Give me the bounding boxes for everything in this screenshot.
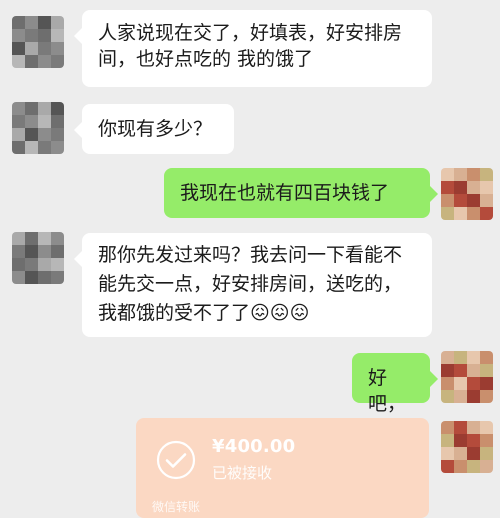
transfer-footer: 微信转账 [152,500,201,514]
message-bubble[interactable]: 那你先发过来吗？我去问一下看能不能先交一点，好安排房间，送吃的，我都饿的受不了了… [74,233,432,337]
chat-area: 人家说现在交了，好填表，好安排房间，也好点吃的 我的饿了 你现有多少？ 我现在也… [0,0,500,518]
message-bubble[interactable]: 你现有多少？ [74,104,234,154]
message-bubble[interactable]: 好吧， [352,353,438,415]
user-avatar[interactable] [441,168,493,220]
contact-avatar[interactable] [12,232,64,284]
message-bubble[interactable]: 人家说现在交了，好填表，好安排房间，也好点吃的 我的饿了 [74,10,432,87]
message-bubble[interactable]: 我现在也就有四百块钱了 [164,168,438,218]
transfer-status: 已被接收 [212,464,273,482]
contact-avatar[interactable] [12,16,64,68]
transfer-amount: ¥400.00 [212,436,296,457]
user-avatar[interactable] [441,351,493,403]
check-circle-icon [154,438,198,482]
contact-avatar[interactable] [12,102,64,154]
user-avatar[interactable] [441,421,493,473]
transfer-card[interactable]: ¥400.00 已被接收 微信转账 [136,418,429,518]
